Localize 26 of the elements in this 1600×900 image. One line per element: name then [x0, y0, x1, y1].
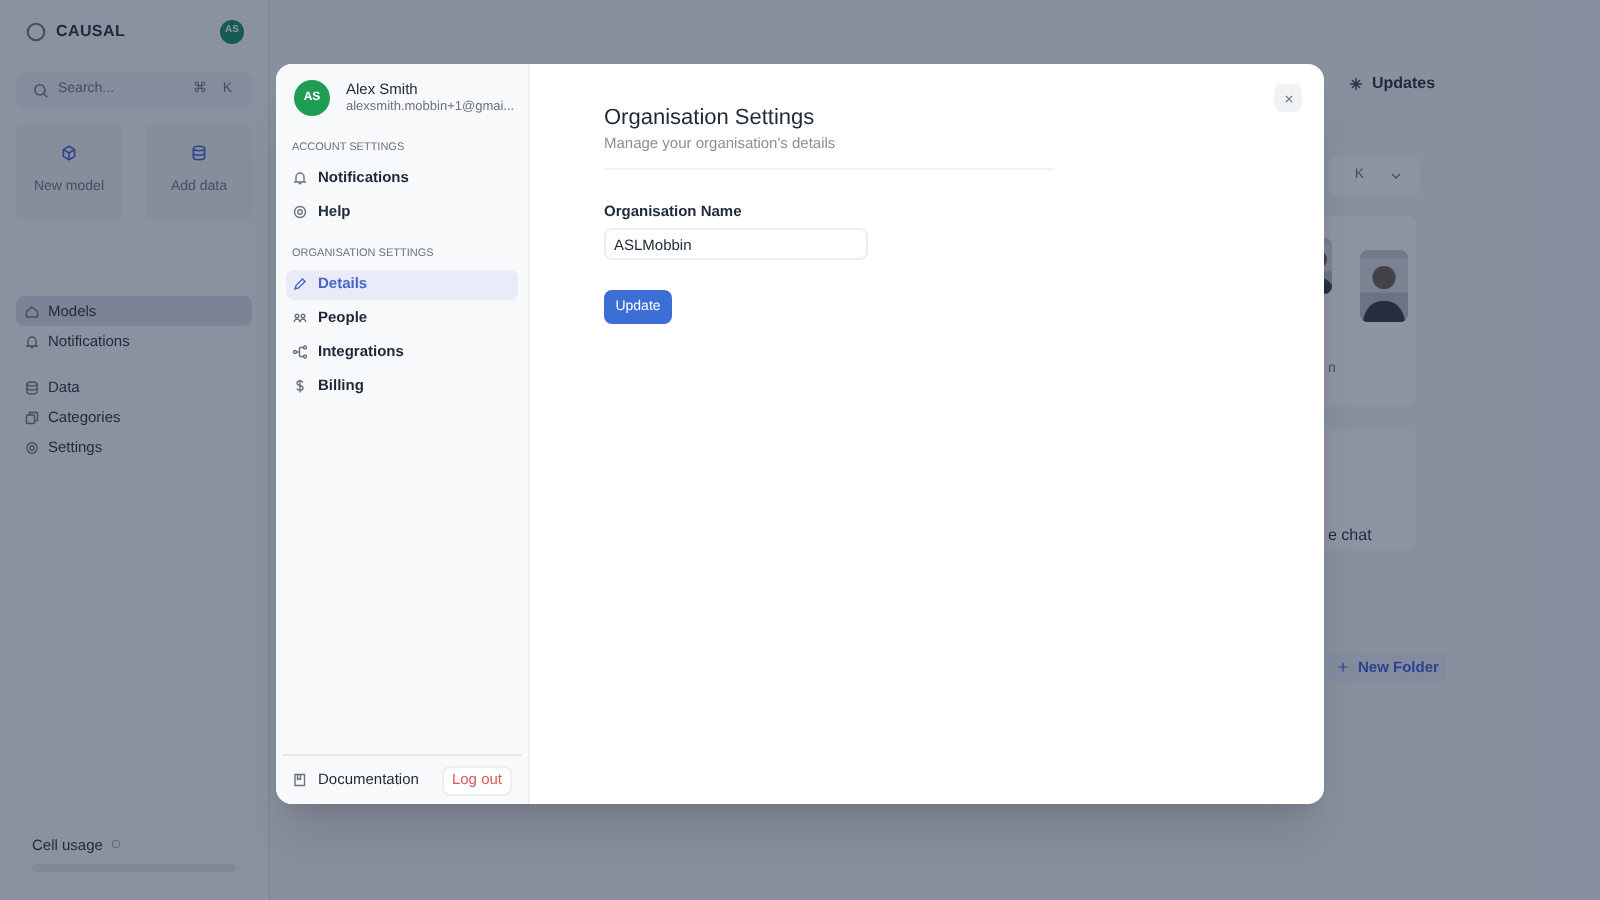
squares-icon — [24, 409, 40, 425]
partial-text: e chat — [1328, 524, 1372, 548]
logo-text: CAUSAL — [56, 20, 126, 44]
close-button[interactable] — [1274, 84, 1302, 112]
pencil-icon — [292, 276, 308, 292]
bell-icon — [292, 169, 308, 186]
info-icon — [110, 838, 123, 851]
search-icon — [32, 81, 50, 99]
database-icon — [190, 144, 208, 163]
plus-icon — [1336, 660, 1350, 674]
sparkle-icon — [1348, 76, 1364, 92]
house-icon — [24, 303, 40, 319]
close-icon — [1281, 91, 1295, 105]
bell-icon — [24, 333, 40, 349]
cube-icon — [60, 144, 78, 163]
logo-icon — [24, 20, 48, 44]
database-icon — [24, 379, 40, 395]
nodes-icon — [292, 344, 308, 360]
page-title: Organisation Settings — [604, 104, 817, 132]
book-icon — [292, 772, 308, 788]
help-icon — [292, 203, 308, 220]
people-icon — [292, 310, 308, 326]
dollar-icon — [292, 378, 308, 394]
settings-icon — [24, 439, 40, 455]
updates-button[interactable]: Updates — [1340, 72, 1444, 96]
chevron-icon — [1388, 168, 1404, 184]
